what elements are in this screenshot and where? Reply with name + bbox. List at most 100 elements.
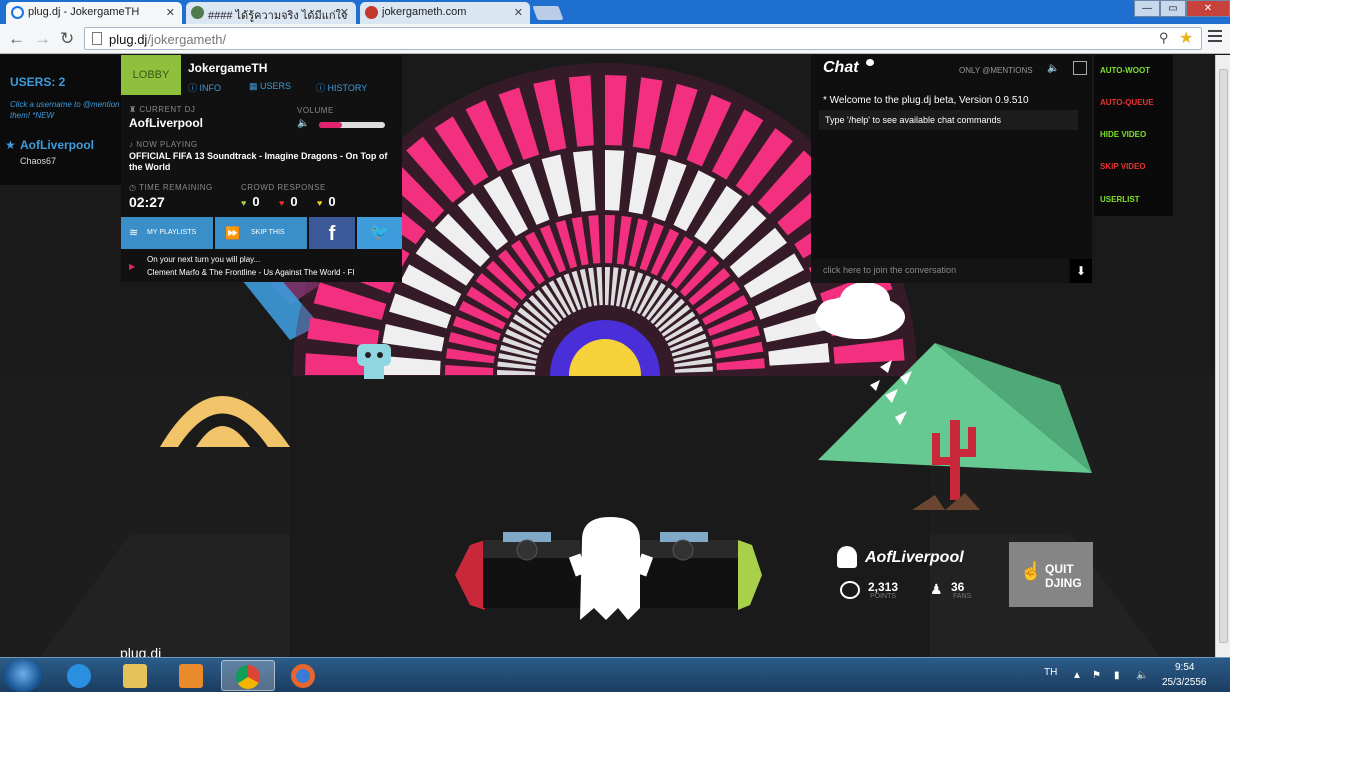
skip-this-button[interactable]: ⏩ SKIP THIS <box>215 217 307 249</box>
time-remaining: 02:27 <box>129 194 165 210</box>
time-remaining-label: ◷ TIME REMAINING <box>129 183 213 192</box>
curate-heart-icon: ♥ <box>317 198 323 208</box>
firefox-icon[interactable] <box>277 660 331 691</box>
globe-icon <box>191 6 204 19</box>
my-playlists-button[interactable]: ≋ MY PLAYLISTS <box>121 217 213 249</box>
history-icon: ⓘ <box>316 83 328 93</box>
room-info-panel: LOBBY JokergameTH ⓘ INFO ▦ USERS ⓘ HISTO… <box>121 55 402 282</box>
user-list-item-sub[interactable]: Chaos67 <box>20 156 56 166</box>
skip-video-button[interactable]: SKIP VIDEO <box>1100 162 1146 171</box>
tab-plugdj[interactable]: plug.dj - JokergameTH ✕ <box>6 2 182 24</box>
popout-icon[interactable] <box>1073 61 1087 75</box>
woot-heart-icon: ♥ <box>241 198 247 208</box>
auto-woot-button[interactable]: AUTO-WOOT <box>1100 66 1150 75</box>
dj-icon: ♜ <box>129 105 140 114</box>
hand-pointer-icon: ☝ <box>1020 561 1043 581</box>
internet-explorer-icon[interactable] <box>53 660 107 691</box>
quit-djing-button[interactable]: ☝ QUIT DJING <box>1009 542 1093 607</box>
crowd-response-label: CROWD RESPONSE <box>241 183 326 192</box>
page-scrollbar[interactable] <box>1215 55 1230 657</box>
back-arrow-icon[interactable]: ← <box>8 29 25 49</box>
media-player-icon[interactable] <box>165 660 219 691</box>
next-track: Clement Marfo & The Frontline - Us Again… <box>147 268 355 277</box>
auto-queue-button[interactable]: AUTO-QUEUE <box>1100 98 1154 107</box>
fan-icon: ♟ <box>930 581 943 597</box>
lobby-button[interactable]: LOBBY <box>121 55 181 95</box>
chat-message: * Welcome to the plug.dj beta, Version 0… <box>823 95 1029 106</box>
ghost-avatar-icon <box>837 546 857 568</box>
tab-title: jokergameth.com <box>382 6 467 18</box>
now-playing-track: OFFICIAL FIFA 13 Soundtrack - Imagine Dr… <box>129 151 388 172</box>
site-favicon-icon <box>365 6 378 19</box>
users-icon: ▦ <box>249 81 261 91</box>
booth-dj-name: AofLiverpool <box>865 549 964 566</box>
sombrero-art <box>160 396 290 447</box>
headphones-icon <box>11 6 24 19</box>
curate-count: ♥ 0 <box>317 194 336 209</box>
forward-arrow-icon[interactable]: → <box>34 29 51 49</box>
user-list-item[interactable]: AofLiverpool <box>20 138 94 152</box>
info-icon: ⓘ <box>188 83 200 93</box>
close-icon[interactable]: ✕ <box>166 6 175 19</box>
start-button[interactable] <box>3 659 43 692</box>
scrollbar-thumb[interactable] <box>1219 69 1228 643</box>
star-icon: ★ <box>5 138 16 152</box>
chat-input[interactable]: click here to join the conversation <box>811 259 1068 283</box>
chat-sound-icon[interactable]: 🔈 <box>1047 63 1059 74</box>
menu-icon[interactable] <box>1208 30 1222 44</box>
hide-video-button[interactable]: HIDE VIDEO <box>1100 130 1146 139</box>
bookmark-star-icon[interactable]: ★ <box>1179 28 1193 48</box>
new-tab-button[interactable] <box>532 6 564 20</box>
chat-panel: Chat ONLY @MENTIONS 🔈 * Welcome to the p… <box>811 55 1092 283</box>
userlist-button[interactable]: USERLIST <box>1100 195 1140 204</box>
info-link[interactable]: ⓘ INFO <box>188 81 221 94</box>
file-explorer-icon[interactable] <box>109 660 163 691</box>
show-hidden-icons-icon[interactable]: ▲ <box>1072 670 1082 681</box>
language-indicator[interactable]: TH <box>1044 667 1057 678</box>
maximize-button[interactable]: ▭ <box>1160 0 1186 17</box>
browser-tab-bar: plug.dj - JokergameTH ✕ #### ได้รู้ความจ… <box>0 0 1230 24</box>
play-arrow-icon: ▶ <box>129 262 136 271</box>
room-name: JokergameTH <box>188 61 268 75</box>
network-icon[interactable]: ▮ <box>1114 670 1120 681</box>
chat-scroll-down-icon[interactable]: ⬇ <box>1070 259 1092 283</box>
points-label: POINTS <box>870 593 897 600</box>
page-icon <box>92 32 102 45</box>
twitter-share-button[interactable]: 🐦 <box>357 217 402 249</box>
users-count: USERS: 2 <box>10 75 66 89</box>
side-buttons-panel: AUTO-WOOT AUTO-QUEUE HIDE VIDEO SKIP VID… <box>1094 55 1173 216</box>
tab-title: plug.dj - JokergameTH <box>28 6 140 18</box>
chrome-icon[interactable] <box>221 660 275 691</box>
action-center-icon[interactable]: ⚑ <box>1092 670 1101 681</box>
windows-taskbar: TH ▲ ⚑ ▮ 🔈 9:54 25/3/2556 <box>0 657 1230 692</box>
volume-label: VOLUME <box>297 106 334 115</box>
fans-value: 36 <box>951 580 965 594</box>
volume-slider[interactable] <box>319 122 385 128</box>
minimize-button[interactable]: — <box>1134 0 1160 17</box>
speaker-icon[interactable]: 🔈 <box>297 118 309 129</box>
users-link[interactable]: ▦ USERS <box>249 81 291 92</box>
tab-thai-page[interactable]: #### ได้รู้ความจริง ได้มีแก่ใจ ✕ <box>186 2 356 24</box>
clock-time[interactable]: 9:54 <box>1175 662 1194 673</box>
close-icon[interactable]: ✕ <box>514 6 523 19</box>
current-dj-name: AofLiverpool <box>129 116 203 130</box>
history-link[interactable]: ⓘ HISTORY <box>316 81 367 94</box>
only-mentions-toggle[interactable]: ONLY @MENTIONS <box>959 66 1033 75</box>
meh-count: ♥ 0 <box>279 194 298 209</box>
screen: plug.dj - JokergameTH ✕ #### ได้รู้ความจ… <box>0 0 1230 692</box>
address-bar[interactable]: plug.dj/jokergameth/ ⚲ ★ <box>84 27 1202 50</box>
facebook-share-button[interactable]: f <box>309 217 355 249</box>
browser-toolbar: ← → ↻ plug.dj/jokergameth/ ⚲ ★ <box>0 24 1230 54</box>
points-icon <box>840 581 860 599</box>
clock-date[interactable]: 25/3/2556 <box>1162 677 1207 688</box>
reload-icon[interactable]: ↻ <box>60 29 74 49</box>
close-icon[interactable]: ✕ <box>340 6 349 19</box>
tab-jokergameth[interactable]: jokergameth.com ✕ <box>360 2 530 24</box>
mention-hint: Click a username to @mention them! *NEW <box>10 100 120 120</box>
plugdj-room: USERS: 2 Click a username to @mention th… <box>0 55 1215 657</box>
tab-title: #### ได้รู้ความจริง ได้มีแก่ใจ <box>208 10 348 22</box>
search-icon[interactable]: ⚲ <box>1159 30 1169 46</box>
next-turn-label: On your next turn you will play... <box>147 255 261 264</box>
volume-tray-icon[interactable]: 🔈 <box>1136 670 1148 681</box>
window-close-button[interactable]: ✕ <box>1186 0 1230 17</box>
